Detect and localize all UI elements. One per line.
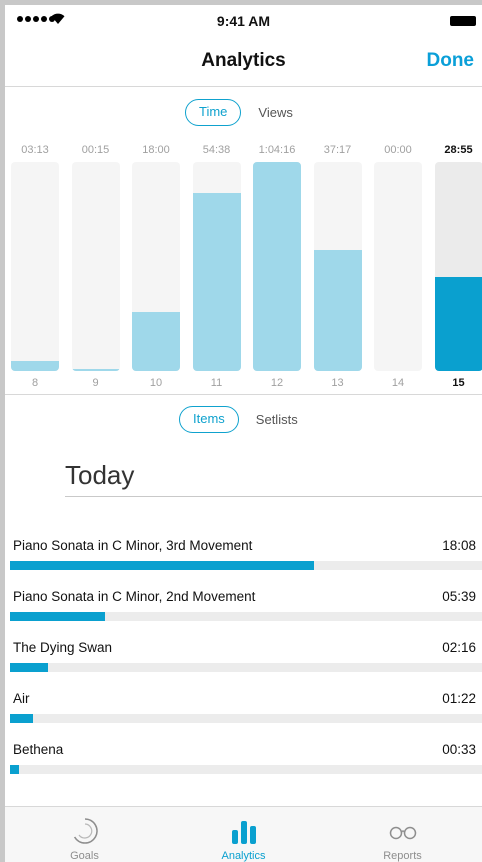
chart-value-label: 00:00 [384, 144, 412, 156]
chart-value-label: 54:38 [202, 144, 231, 156]
chart-value-label: 00:15 [81, 144, 110, 156]
chart-day-label: 14 [391, 377, 405, 389]
chart-column-day-9[interactable]: 00:15 9 [71, 139, 120, 395]
chart-bar-track [132, 162, 180, 371]
list-mode-toggle: Items Setlists [179, 406, 298, 433]
chart-bar [192, 193, 241, 371]
chart-column-day-14[interactable]: 00:00 14 [374, 139, 422, 395]
chart-day-label: 9 [92, 377, 99, 389]
item-progress-track [10, 714, 482, 723]
item-progress-track [10, 663, 482, 672]
chart-value-label: 18:00 [142, 144, 170, 156]
item-progress-track [10, 561, 482, 570]
tab-views[interactable]: Views [258, 105, 292, 120]
section-title: Today [65, 460, 482, 497]
status-bar: 9:41 AM [5, 5, 482, 35]
chart-bar-track [434, 162, 482, 371]
done-button[interactable]: Done [427, 50, 475, 72]
tab-reports[interactable]: Reports [323, 807, 482, 862]
chart-column-day-12[interactable]: 1:04:16 12 [253, 139, 301, 395]
list-item[interactable]: Piano Sonata in C Minor, 2nd Movement 05:… [5, 576, 482, 627]
chart-column-day-10[interactable]: 18:00 10 [132, 139, 180, 395]
item-progress-bar [10, 561, 315, 570]
tab-analytics-label: Analytics [221, 850, 266, 862]
chart-bar [434, 276, 482, 371]
chart-bar-track [253, 162, 301, 371]
list-item[interactable]: The Dying Swan 02:16 [5, 627, 482, 678]
item-progress-bar [10, 663, 49, 672]
status-time: 9:41 AM [216, 13, 271, 29]
chart-bar-track [192, 162, 241, 371]
chart-day-label: 13 [331, 377, 344, 389]
chart-value-label: 03:13 [21, 144, 49, 156]
list-item[interactable]: Air 01:22 [5, 678, 482, 729]
chart-bar-track [11, 162, 59, 371]
item-duration: 18:08 [442, 538, 476, 553]
daily-time-chart: 03:13 8 00:15 9 18:00 10 54:38 11 1:04:16 12 37:17… [5, 139, 482, 395]
item-progress-bar [10, 612, 105, 621]
chart-value-label: 1:04:16 [258, 144, 296, 156]
item-duration: 02:16 [442, 640, 476, 655]
chart-bar [11, 360, 59, 371]
chart-bar-track [313, 162, 362, 371]
chart-value-label: 37:17 [323, 144, 352, 156]
app-screen: 9:41 AM Analytics Done Time Views 03:13 8… [5, 5, 482, 862]
item-progress-bar [10, 714, 33, 723]
item-title: Piano Sonata in C Minor, 3rd Movement [13, 538, 253, 553]
tab-time[interactable]: Time [185, 99, 242, 126]
tab-bar: Goals Analytics Reports [5, 806, 482, 862]
item-title: The Dying Swan [13, 640, 113, 655]
bar-chart-icon [231, 821, 256, 844]
chart-mode-toggle: Time Views [185, 99, 293, 126]
chart-value-label: 28:55 [444, 144, 473, 156]
list-item[interactable]: Bethena 00:33 [5, 729, 482, 780]
item-title: Air [13, 691, 30, 706]
item-progress-bar [10, 765, 20, 774]
chart-column-day-13[interactable]: 37:17 13 [313, 139, 362, 395]
chart-bar [132, 312, 180, 371]
practice-item-list: Piano Sonata in C Minor, 3rd Movement 18:… [5, 525, 482, 780]
battery-icon [450, 16, 476, 26]
goals-ring-icon [73, 818, 98, 844]
page-title: Analytics [201, 50, 286, 71]
chart-column-day-15[interactable]: 28:55 15 [434, 139, 482, 395]
tab-reports-label: Reports [383, 850, 422, 862]
chart-column-day-11[interactable]: 54:38 11 [192, 139, 241, 395]
item-title: Piano Sonata in C Minor, 2nd Movement [13, 589, 256, 604]
item-progress-track [10, 765, 482, 774]
chart-bar [71, 369, 120, 371]
chart-bar [253, 162, 301, 371]
tab-setlists[interactable]: Setlists [256, 412, 298, 427]
list-item[interactable]: Piano Sonata in C Minor, 3rd Movement 18:… [5, 525, 482, 576]
chart-bar-track [71, 162, 120, 371]
chart-bar [313, 249, 362, 371]
item-duration: 00:33 [442, 742, 476, 757]
chart-day-label: 15 [452, 377, 465, 389]
chart-day-label: 11 [210, 377, 223, 389]
chart-bar-track [374, 162, 422, 371]
item-duration: 05:39 [442, 589, 476, 604]
chart-day-label: 12 [270, 377, 284, 389]
navigation-bar: Analytics Done [5, 35, 482, 87]
chart-day-label: 8 [31, 377, 39, 389]
item-progress-track [10, 612, 482, 621]
chart-day-label: 10 [149, 377, 163, 389]
tab-goals[interactable]: Goals [5, 807, 164, 862]
item-duration: 01:22 [442, 691, 476, 706]
glasses-icon [389, 826, 416, 840]
tab-items[interactable]: Items [179, 406, 239, 433]
item-title: Bethena [13, 742, 64, 757]
chart-column-day-8[interactable]: 03:13 8 [11, 139, 59, 395]
tab-goals-label: Goals [70, 850, 99, 862]
tab-analytics[interactable]: Analytics [164, 807, 323, 862]
